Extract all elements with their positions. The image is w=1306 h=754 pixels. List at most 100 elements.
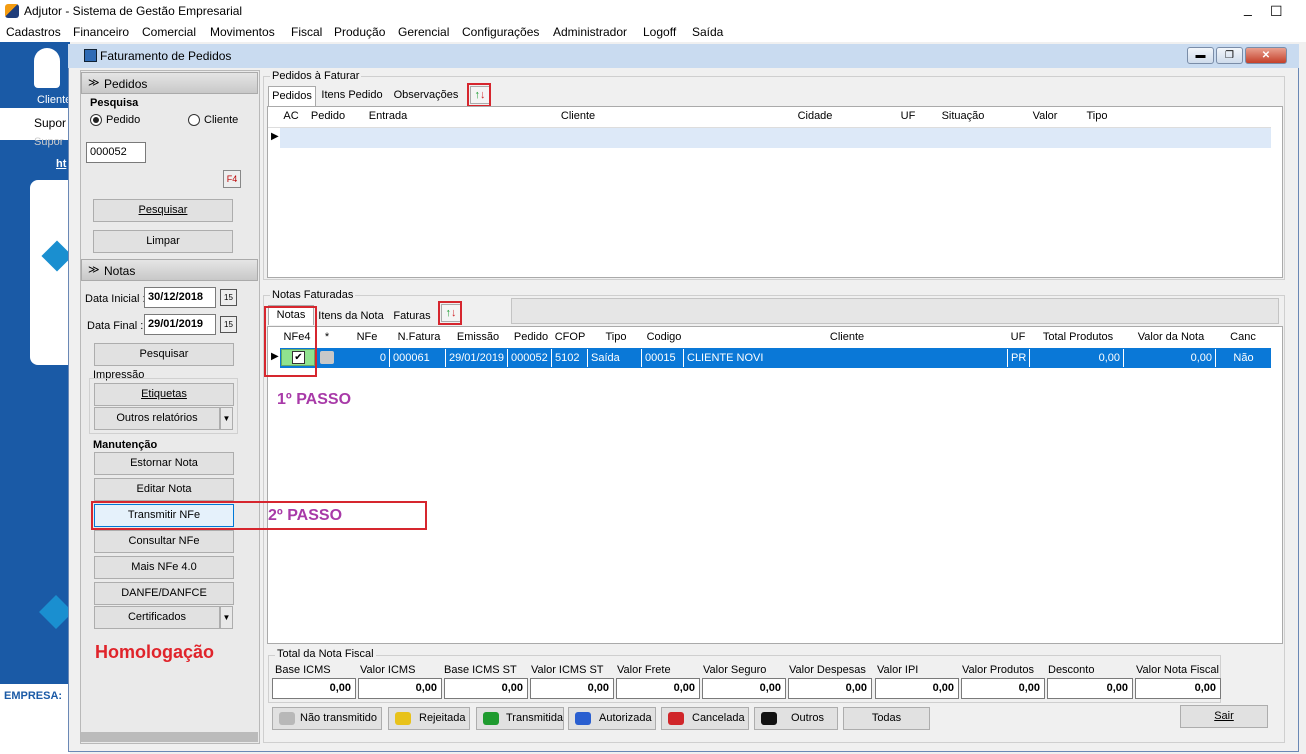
- menu-administrador[interactable]: Administrador: [553, 25, 627, 39]
- valor-produtos-field: 0,00: [961, 678, 1045, 699]
- consultar-nfe-button[interactable]: Consultar NFe: [94, 530, 234, 553]
- valor-frete-label: Valor Frete: [617, 664, 671, 676]
- row-pointer-icon: ▶: [271, 131, 279, 142]
- pesquisa-label: Pesquisa: [90, 97, 139, 109]
- app-title: Adjutor - Sistema de Gestão Empresarial: [24, 4, 243, 18]
- maximize-icon[interactable]: ☐: [1270, 3, 1283, 20]
- table-row[interactable]: ✔ 0 000061 29/01/2019 000052 5102 Saída …: [280, 348, 1271, 368]
- limpar-button[interactable]: Limpar: [93, 230, 233, 253]
- menu-configuracoes[interactable]: Configurações: [462, 25, 539, 39]
- sair-button[interactable]: Sair: [1180, 705, 1268, 728]
- tab-faturas[interactable]: Faturas: [388, 307, 436, 327]
- tab-itens-pedido[interactable]: Itens Pedido: [318, 86, 386, 106]
- etiquetas-button[interactable]: Etiquetas: [94, 383, 234, 406]
- passo2-annotation: 2º PASSO: [268, 507, 343, 524]
- notas-section-header[interactable]: ≫ Notas: [81, 259, 258, 281]
- radio-pedido[interactable]: [90, 114, 102, 126]
- status-color-icon: [761, 712, 777, 725]
- menu-financeiro[interactable]: Financeiro: [73, 25, 129, 39]
- radio-cliente[interactable]: [188, 114, 200, 126]
- calendar-icon[interactable]: 15: [220, 289, 237, 306]
- desconto-field: 0,00: [1047, 678, 1133, 699]
- pesquisar-pedido-button[interactable]: Pesquisar: [93, 199, 233, 222]
- passo1-highlight-box: [264, 306, 317, 377]
- app-logo-icon: [5, 4, 19, 18]
- data-inicial-input[interactable]: 30/12/2018: [144, 287, 216, 308]
- pedidos-grid-header: AC Pedido Entrada Cliente Cidade UF Situ…: [268, 107, 1271, 128]
- filter-outros-button[interactable]: Outros: [754, 707, 838, 730]
- valor-nota-fiscal-field: 0,00: [1135, 678, 1221, 699]
- menu-cadastros[interactable]: Cadastros: [6, 25, 61, 39]
- manutencao-label: Manutenção: [93, 439, 158, 451]
- pesquisar-notas-button[interactable]: Pesquisar: [94, 343, 234, 366]
- window-minimize-button[interactable]: ▬: [1187, 47, 1214, 64]
- menu-gerencial[interactable]: Gerencial: [398, 25, 449, 39]
- highlight-box: [438, 301, 462, 325]
- certificados-button[interactable]: Certificados: [94, 606, 220, 629]
- support-text-2: Supor: [34, 136, 64, 148]
- notas-grid-header: NFe4 * NFe N.Fatura Emissão Pedido CFOP …: [283, 331, 1256, 343]
- base-icms-field: 0,00: [272, 678, 356, 699]
- valor-ipi-field: 0,00: [875, 678, 959, 699]
- menu-producao[interactable]: Produção: [334, 25, 385, 39]
- valor-produtos-label: Valor Produtos: [962, 664, 1034, 676]
- valor-ipi-label: Valor IPI: [877, 664, 919, 676]
- valor-icms-field: 0,00: [358, 678, 442, 699]
- pedidos-empty-row[interactable]: [280, 128, 1271, 148]
- notas-toolbar-area: [511, 298, 1279, 324]
- valor-seguro-label: Valor Seguro: [703, 664, 767, 676]
- valor-icms-st-field: 0,00: [530, 678, 614, 699]
- pedido-search-input[interactable]: 000052: [86, 142, 146, 163]
- base-icms-st-field: 0,00: [444, 678, 528, 699]
- filter-rejeitada-button[interactable]: Rejeitada: [388, 707, 470, 730]
- tab-itens-nota[interactable]: Itens da Nota: [316, 307, 386, 327]
- filter-todas-button[interactable]: Todas: [843, 707, 930, 730]
- status-color-icon: [575, 712, 591, 725]
- background-link[interactable]: ht: [56, 158, 66, 170]
- status-color-icon: [668, 712, 684, 725]
- menu-bar: Cadastros Financeiro Comercial Movimento…: [0, 22, 1306, 42]
- estornar-nota-button[interactable]: Estornar Nota: [94, 452, 234, 475]
- chevron-down-icon[interactable]: ▼: [220, 606, 233, 629]
- f4-lookup-icon[interactable]: F4: [223, 170, 241, 188]
- window-icon: [84, 49, 97, 62]
- minimize-icon[interactable]: _: [1244, 0, 1252, 16]
- window-title: Faturamento de Pedidos: [100, 49, 232, 63]
- calendar-icon[interactable]: 15: [220, 316, 237, 333]
- filter-transmitida-button[interactable]: Transmitida: [476, 707, 564, 730]
- editar-nota-button[interactable]: Editar Nota: [94, 478, 234, 501]
- menu-logoff[interactable]: Logoff: [643, 25, 676, 39]
- outros-relatorios-button[interactable]: Outros relatórios: [94, 407, 220, 430]
- background-sidebar: [0, 42, 70, 754]
- notas-grid[interactable]: [267, 326, 1283, 644]
- collapse-icon: ≫: [88, 264, 100, 276]
- danfe-button[interactable]: DANFE/DANFCE: [94, 582, 234, 605]
- tab-observacoes[interactable]: Observações: [388, 86, 464, 106]
- user-avatar-icon: [34, 48, 60, 88]
- mais-nfe-button[interactable]: Mais NFe 4.0: [94, 556, 234, 579]
- window-restore-button[interactable]: ❐: [1216, 47, 1243, 64]
- data-final-input[interactable]: 29/01/2019: [144, 314, 216, 335]
- tab-pedidos[interactable]: Pedidos: [268, 86, 316, 106]
- status-color-icon: [395, 712, 411, 725]
- homologacao-label: Homologação: [95, 642, 215, 662]
- collapse-icon: ≫: [88, 77, 100, 89]
- menu-fiscal[interactable]: Fiscal: [291, 25, 322, 39]
- status-color-icon: [279, 712, 295, 725]
- highlight-box: [467, 83, 491, 107]
- client-label: Cliente: [37, 94, 72, 106]
- window-close-button[interactable]: ✕: [1245, 47, 1287, 64]
- filter-cancelada-button[interactable]: Cancelada: [661, 707, 749, 730]
- filter-nao-transmitido-button[interactable]: Não transmitido: [272, 707, 382, 730]
- chevron-down-icon[interactable]: ▼: [220, 407, 233, 430]
- pedidos-section-header[interactable]: ≫ Pedidos: [81, 72, 258, 94]
- window-title-bar: [68, 44, 1299, 68]
- menu-saida[interactable]: Saída: [692, 25, 723, 39]
- radio-pedido-label: Pedido: [106, 114, 141, 126]
- left-panel-scrollbar[interactable]: [81, 732, 258, 742]
- status-indicator: [320, 351, 334, 364]
- menu-comercial[interactable]: Comercial: [142, 25, 196, 39]
- passo1-annotation: 1º PASSO: [277, 391, 352, 408]
- filter-autorizada-button[interactable]: Autorizada: [568, 707, 656, 730]
- menu-movimentos[interactable]: Movimentos: [210, 25, 275, 39]
